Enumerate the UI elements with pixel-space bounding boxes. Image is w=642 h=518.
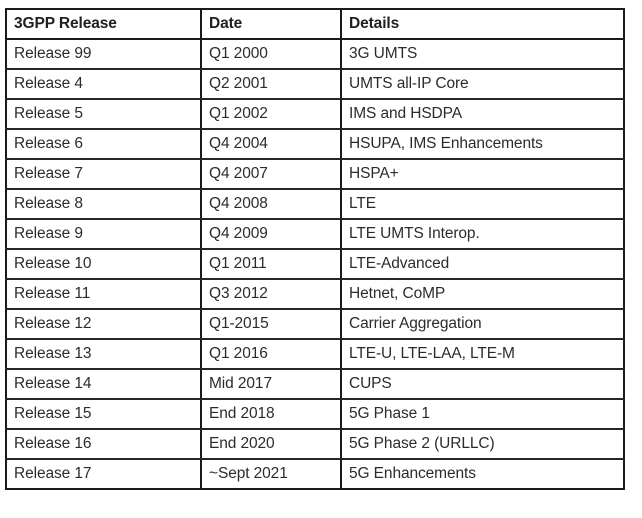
table-row: Release 9 Q4 2009 LTE UMTS Interop. bbox=[5, 219, 625, 250]
cell-details: HSUPA, IMS Enhancements bbox=[341, 129, 625, 160]
table-row: Release 17 ~Sept 2021 5G Enhancements bbox=[5, 459, 625, 490]
table-body: Release 99 Q1 2000 3G UMTS Release 4 Q2 … bbox=[5, 39, 625, 490]
cell-date: Q1 2011 bbox=[201, 249, 342, 280]
cell-release: Release 4 bbox=[5, 69, 202, 100]
column-header-release: 3GPP Release bbox=[5, 8, 202, 40]
cell-release: Release 11 bbox=[5, 279, 202, 310]
cell-date: End 2018 bbox=[201, 399, 342, 430]
cell-release: Release 16 bbox=[5, 429, 202, 460]
cell-release: Release 15 bbox=[5, 399, 202, 430]
cell-date: Q2 2001 bbox=[201, 69, 342, 100]
table-row: Release 5 Q1 2002 IMS and HSDPA bbox=[5, 99, 625, 130]
cell-date: Q1 2016 bbox=[201, 339, 342, 370]
cell-release: Release 8 bbox=[5, 189, 202, 220]
table-row: Release 11 Q3 2012 Hetnet, CoMP bbox=[5, 279, 625, 310]
table-row: Release 12 Q1-2015 Carrier Aggregation bbox=[5, 309, 625, 340]
cell-date: Mid 2017 bbox=[201, 369, 342, 400]
table-row: Release 15 End 2018 5G Phase 1 bbox=[5, 399, 625, 430]
release-table-container: 3GPP Release Date Details Release 99 Q1 … bbox=[5, 8, 625, 490]
cell-date: Q1-2015 bbox=[201, 309, 342, 340]
cell-details: LTE bbox=[341, 189, 625, 220]
cell-date: End 2020 bbox=[201, 429, 342, 460]
cell-date: Q1 2000 bbox=[201, 39, 342, 70]
table-row: Release 13 Q1 2016 LTE-U, LTE-LAA, LTE-M bbox=[5, 339, 625, 370]
table-row: Release 8 Q4 2008 LTE bbox=[5, 189, 625, 220]
table-row: Release 6 Q4 2004 HSUPA, IMS Enhancement… bbox=[5, 129, 625, 160]
cell-release: Release 5 bbox=[5, 99, 202, 130]
table-row: Release 99 Q1 2000 3G UMTS bbox=[5, 39, 625, 70]
cell-release: Release 99 bbox=[5, 39, 202, 70]
cell-details: 5G Enhancements bbox=[341, 459, 625, 490]
cell-release: Release 6 bbox=[5, 129, 202, 160]
cell-details: Hetnet, CoMP bbox=[341, 279, 625, 310]
table-row: Release 14 Mid 2017 CUPS bbox=[5, 369, 625, 400]
cell-release: Release 10 bbox=[5, 249, 202, 280]
cell-date: Q4 2004 bbox=[201, 129, 342, 160]
table-header: 3GPP Release Date Details bbox=[5, 8, 625, 40]
cell-details: HSPA+ bbox=[341, 159, 625, 190]
cell-release: Release 13 bbox=[5, 339, 202, 370]
cell-details: 5G Phase 1 bbox=[341, 399, 625, 430]
table-row: Release 4 Q2 2001 UMTS all-IP Core bbox=[5, 69, 625, 100]
cell-date: Q3 2012 bbox=[201, 279, 342, 310]
table-row: Release 10 Q1 2011 LTE-Advanced bbox=[5, 249, 625, 280]
cell-details: UMTS all-IP Core bbox=[341, 69, 625, 100]
column-header-date: Date bbox=[201, 8, 342, 40]
cell-date: Q4 2007 bbox=[201, 159, 342, 190]
cell-date: Q4 2008 bbox=[201, 189, 342, 220]
3gpp-release-table: 3GPP Release Date Details Release 99 Q1 … bbox=[5, 8, 625, 490]
table-header-row: 3GPP Release Date Details bbox=[5, 8, 625, 40]
cell-release: Release 9 bbox=[5, 219, 202, 250]
column-header-details: Details bbox=[341, 8, 625, 40]
cell-details: Carrier Aggregation bbox=[341, 309, 625, 340]
page-root: 3GPP Release Date Details Release 99 Q1 … bbox=[0, 0, 642, 518]
cell-details: LTE-Advanced bbox=[341, 249, 625, 280]
cell-date: ~Sept 2021 bbox=[201, 459, 342, 490]
cell-release: Release 12 bbox=[5, 309, 202, 340]
cell-details: 5G Phase 2 (URLLC) bbox=[341, 429, 625, 460]
cell-release: Release 17 bbox=[5, 459, 202, 490]
cell-details: LTE-U, LTE-LAA, LTE-M bbox=[341, 339, 625, 370]
table-row: Release 7 Q4 2007 HSPA+ bbox=[5, 159, 625, 190]
cell-details: 3G UMTS bbox=[341, 39, 625, 70]
cell-release: Release 7 bbox=[5, 159, 202, 190]
table-row: Release 16 End 2020 5G Phase 2 (URLLC) bbox=[5, 429, 625, 460]
cell-details: LTE UMTS Interop. bbox=[341, 219, 625, 250]
cell-details: CUPS bbox=[341, 369, 625, 400]
cell-details: IMS and HSDPA bbox=[341, 99, 625, 130]
cell-date: Q1 2002 bbox=[201, 99, 342, 130]
cell-release: Release 14 bbox=[5, 369, 202, 400]
cell-date: Q4 2009 bbox=[201, 219, 342, 250]
